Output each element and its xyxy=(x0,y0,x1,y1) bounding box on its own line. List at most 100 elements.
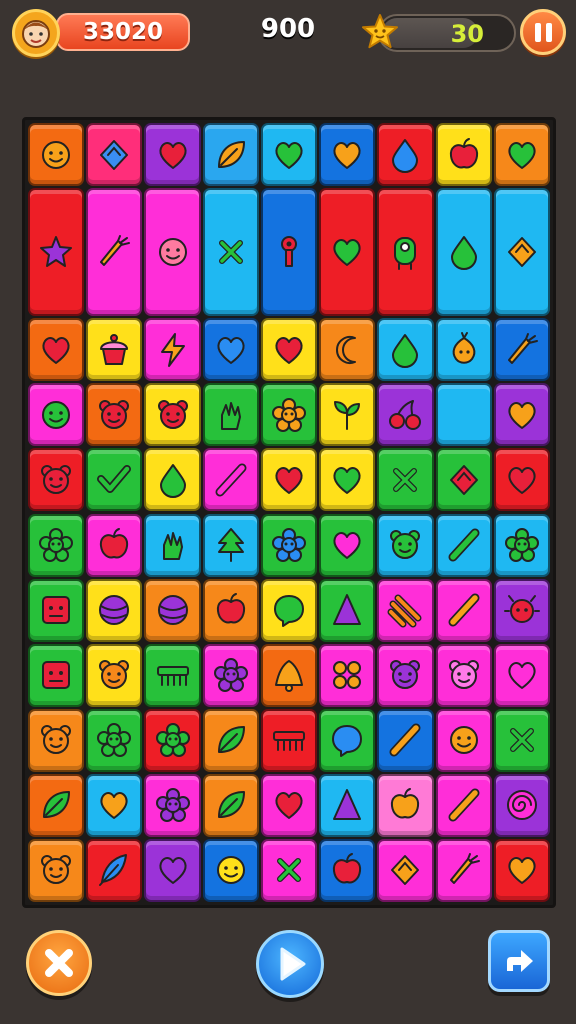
game-tile[interactable] xyxy=(493,513,550,577)
game-tile[interactable] xyxy=(260,318,318,382)
game-tile[interactable] xyxy=(493,838,550,902)
game-tile[interactable] xyxy=(28,448,85,512)
game-tile[interactable] xyxy=(377,188,434,317)
avatar[interactable] xyxy=(12,9,60,57)
game-tile[interactable] xyxy=(86,188,143,317)
game-tile[interactable] xyxy=(377,773,434,837)
game-tile[interactable] xyxy=(86,448,143,512)
game-tile[interactable] xyxy=(319,773,376,837)
game-tile[interactable] xyxy=(435,513,492,577)
game-tile[interactable] xyxy=(319,708,376,772)
game-tile[interactable] xyxy=(377,383,434,447)
game-tile[interactable] xyxy=(377,643,434,707)
game-tile[interactable] xyxy=(260,578,318,642)
game-tile[interactable] xyxy=(86,513,143,577)
game-tile[interactable] xyxy=(493,448,550,512)
game-tile[interactable] xyxy=(435,773,492,837)
game-tile[interactable] xyxy=(493,318,550,382)
game-tile[interactable] xyxy=(319,578,376,642)
game-tile[interactable] xyxy=(377,708,434,772)
game-tile[interactable] xyxy=(144,123,201,187)
game-tile[interactable] xyxy=(319,643,376,707)
game-tile[interactable] xyxy=(377,513,434,577)
game-tile[interactable] xyxy=(319,123,376,187)
game-tile[interactable] xyxy=(435,838,492,902)
game-tile[interactable] xyxy=(86,383,143,447)
game-tile[interactable] xyxy=(435,123,492,187)
game-tile[interactable] xyxy=(28,643,85,707)
game-tile[interactable] xyxy=(202,383,259,447)
close-button[interactable] xyxy=(26,930,92,996)
game-tile[interactable] xyxy=(202,318,259,382)
game-tile[interactable] xyxy=(202,708,259,772)
game-tile[interactable] xyxy=(144,318,201,382)
game-tile[interactable] xyxy=(435,643,492,707)
game-tile[interactable] xyxy=(260,188,318,317)
game-tile[interactable] xyxy=(493,708,550,772)
game-tile[interactable] xyxy=(28,123,85,187)
game-tile[interactable] xyxy=(377,123,434,187)
game-tile[interactable] xyxy=(202,838,259,902)
game-tile[interactable] xyxy=(86,123,143,187)
game-tile[interactable] xyxy=(144,643,201,707)
game-tile[interactable] xyxy=(28,773,85,837)
game-tile[interactable] xyxy=(319,188,376,317)
game-tile[interactable] xyxy=(377,578,434,642)
game-tile[interactable] xyxy=(435,578,492,642)
game-tile[interactable] xyxy=(260,838,318,902)
game-tile[interactable] xyxy=(319,513,376,577)
game-tile[interactable] xyxy=(28,838,85,902)
game-tile[interactable] xyxy=(319,838,376,902)
game-tile[interactable] xyxy=(493,123,550,187)
game-tile[interactable] xyxy=(435,708,492,772)
game-tile[interactable] xyxy=(144,513,201,577)
game-tile[interactable] xyxy=(28,318,85,382)
game-tile[interactable] xyxy=(377,838,434,902)
game-tile[interactable] xyxy=(202,643,259,707)
game-tile[interactable] xyxy=(86,578,143,642)
game-tile[interactable] xyxy=(260,383,318,447)
game-tile[interactable] xyxy=(144,708,201,772)
game-tile[interactable] xyxy=(202,123,259,187)
game-tile[interactable] xyxy=(28,188,85,317)
game-tile[interactable] xyxy=(144,773,201,837)
game-tile[interactable] xyxy=(377,448,434,512)
game-tile[interactable] xyxy=(435,318,492,382)
game-tile[interactable] xyxy=(28,708,85,772)
game-tile[interactable] xyxy=(260,513,318,577)
game-tile[interactable] xyxy=(86,318,143,382)
game-tile[interactable] xyxy=(202,448,259,512)
game-tile[interactable] xyxy=(493,773,550,837)
game-tile[interactable] xyxy=(319,383,376,447)
game-tile[interactable] xyxy=(260,123,318,187)
game-tile[interactable] xyxy=(435,448,492,512)
game-tile[interactable] xyxy=(435,383,492,447)
game-tile[interactable] xyxy=(435,188,492,317)
game-tile[interactable] xyxy=(144,383,201,447)
game-tile[interactable] xyxy=(260,643,318,707)
game-tile[interactable] xyxy=(493,578,550,642)
pause-button[interactable] xyxy=(520,9,566,55)
game-tile[interactable] xyxy=(260,773,318,837)
game-tile[interactable] xyxy=(144,578,201,642)
game-tile[interactable] xyxy=(86,838,143,902)
game-tile[interactable] xyxy=(493,188,550,317)
play-button[interactable] xyxy=(256,930,324,998)
game-tile[interactable] xyxy=(319,448,376,512)
game-tile[interactable] xyxy=(144,188,201,317)
game-tile[interactable] xyxy=(377,318,434,382)
game-tile[interactable] xyxy=(28,513,85,577)
game-tile[interactable] xyxy=(86,708,143,772)
game-tile[interactable] xyxy=(202,773,259,837)
game-tile[interactable] xyxy=(28,383,85,447)
share-button[interactable] xyxy=(488,930,550,992)
game-tile[interactable] xyxy=(28,578,85,642)
game-tile[interactable] xyxy=(319,318,376,382)
game-tile[interactable] xyxy=(493,383,550,447)
game-tile[interactable] xyxy=(144,448,201,512)
game-tile[interactable] xyxy=(260,448,318,512)
game-tile[interactable] xyxy=(202,513,259,577)
game-tile[interactable] xyxy=(86,773,143,837)
game-tile[interactable] xyxy=(202,578,259,642)
game-tile[interactable] xyxy=(86,643,143,707)
